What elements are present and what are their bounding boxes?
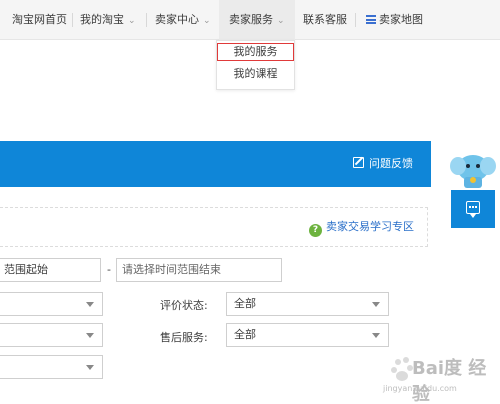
range-separator: - [107,263,111,276]
seller-service-dropdown: 我的服务 我的课程 [216,40,295,90]
mascot-icon[interactable] [450,150,496,190]
nav-seller-center-label: 卖家中心 [155,13,199,26]
nav-divider [355,13,356,27]
rating-status-label: 评价状态: [160,299,208,312]
nav-seller-service[interactable]: 卖家服务 ⌄ [219,0,295,40]
nav-seller-map-link[interactable]: 卖家地图 [366,0,423,40]
learning-zone-label: 卖家交易学习专区 [326,220,414,233]
nav-home-label: 淘宝网首页 [12,13,67,26]
filter-select-left-2[interactable] [0,323,103,347]
nav-divider [146,13,147,27]
watermark-brand: Bai度 经验 [412,358,487,404]
dropdown-item-label: 我的课程 [233,67,278,80]
watermark-url: jingyan.baidu.com [383,384,457,393]
nav-support-label: 联系客服 [303,13,347,26]
feedback-link[interactable]: 问题反馈 [353,141,413,187]
learning-zone: ? 卖家交易学习专区 [0,207,428,247]
chevron-down-icon: ⌄ [203,16,211,26]
chevron-down-icon: ⌄ [277,16,285,26]
dropdown-arrow-icon [372,302,380,307]
time-range-end-input[interactable]: 请选择时间范围结束 [116,258,282,282]
rating-status-select[interactable]: 全部 [226,292,389,316]
chevron-down-icon: ⌄ [128,16,136,26]
dropdown-arrow-icon [86,333,94,338]
nav-seller-map-label: 卖家地图 [379,13,423,26]
edit-icon [353,157,364,168]
chat-icon [466,201,480,218]
nav-my-taobao[interactable]: 我的淘宝 ⌄ [80,0,136,40]
top-nav: 淘宝网首页 我的淘宝 ⌄ 卖家中心 ⌄ 卖家服务 ⌄ 联系客服 卖家地图 [0,0,500,40]
menu-icon [366,15,376,24]
dropdown-arrow-icon [86,365,94,370]
question-icon: ? [309,224,322,237]
dropdown-item-my-services[interactable]: 我的服务 [217,43,294,61]
learning-zone-link[interactable]: ? 卖家交易学习专区 [309,208,414,246]
time-range-start-value: 范围起始 [4,263,48,276]
nav-support-link[interactable]: 联系客服 [303,0,347,40]
page-banner: 问题反馈 [0,141,431,187]
rating-status-value: 全部 [234,297,256,310]
aftersale-select[interactable]: 全部 [226,323,389,347]
time-range-start-input[interactable]: 范围起始 [0,258,101,282]
feedback-label: 问题反馈 [369,157,413,170]
dropdown-arrow-icon [86,302,94,307]
dropdown-item-label: 我的服务 [233,45,278,58]
nav-seller-service-label: 卖家服务 [229,13,273,26]
nav-seller-center[interactable]: 卖家中心 ⌄ [155,0,211,40]
filter-select-left-3[interactable] [0,355,103,379]
time-range-end-placeholder: 请选择时间范围结束 [122,263,221,276]
nav-my-taobao-label: 我的淘宝 [80,13,124,26]
aftersale-value: 全部 [234,328,256,341]
filter-select-left-1[interactable] [0,292,103,316]
nav-divider [72,13,73,27]
nav-home-link[interactable]: 淘宝网首页 [12,0,67,40]
dropdown-arrow-icon [372,333,380,338]
dropdown-item-my-courses[interactable]: 我的课程 [217,65,294,83]
chat-button[interactable] [451,190,495,228]
aftersale-label: 售后服务: [160,331,208,344]
